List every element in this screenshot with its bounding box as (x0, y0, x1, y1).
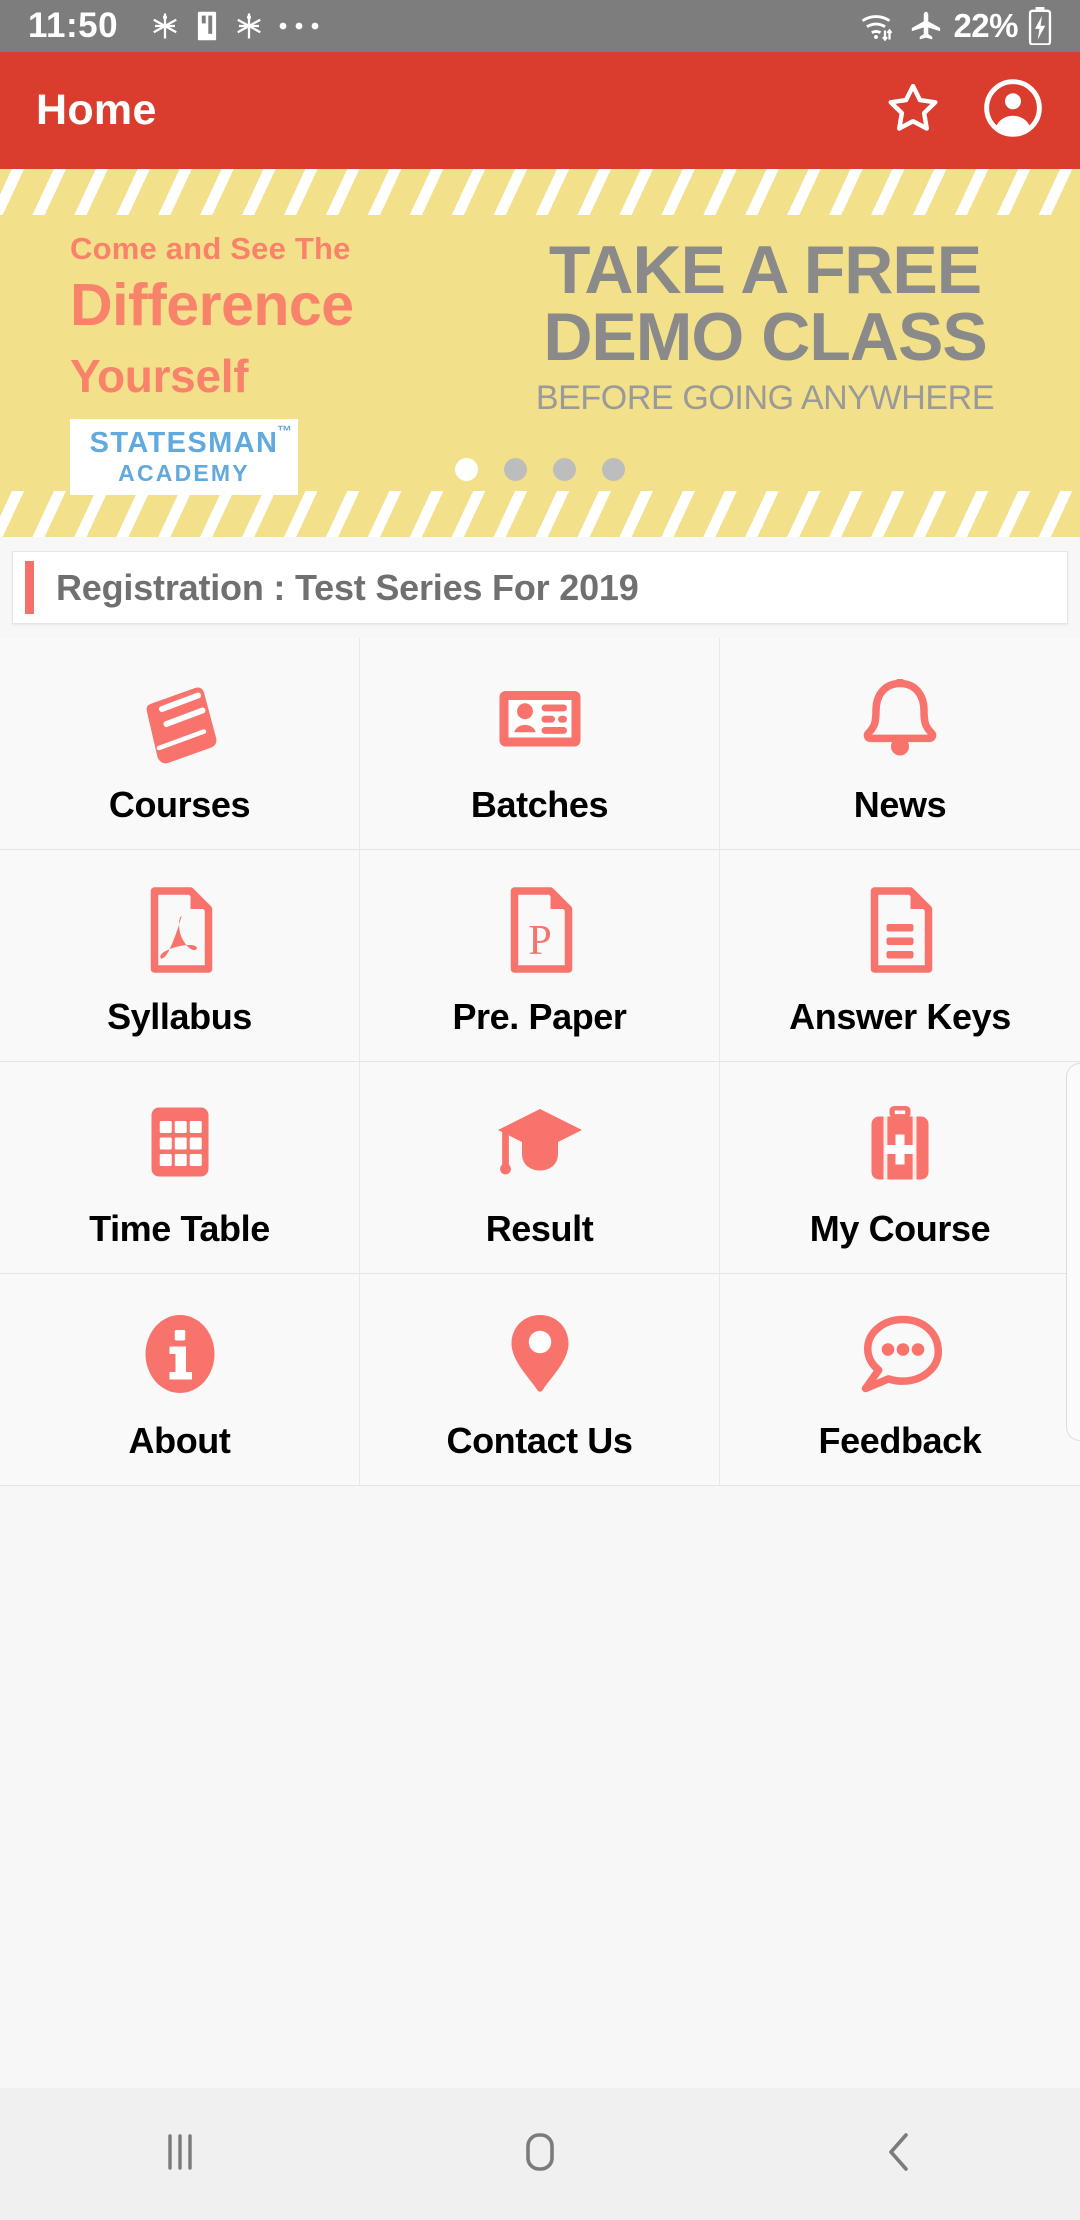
notification-card-icon (194, 10, 220, 42)
menu-item-batches[interactable]: Batches (360, 638, 720, 850)
statesman-academy-logo: STATESMAN ACADEMY ™ (70, 418, 298, 495)
more-dots-icon (278, 20, 320, 32)
account-circle-icon (982, 77, 1044, 144)
menu-label: Contact Us (446, 1419, 633, 1461)
document-lines-icon (852, 880, 948, 980)
menu-label: Result (485, 1207, 594, 1249)
registration-text: Registration : Test Series For 2019 (56, 566, 639, 608)
profile-button[interactable] (982, 77, 1044, 144)
promo-eyebrow: Come and See The (70, 231, 351, 266)
map-pin-icon (492, 1304, 588, 1404)
menu-label: About (128, 1419, 231, 1461)
menu-label: Batches (470, 783, 609, 825)
airplane-mode-icon (909, 9, 943, 43)
menu-label: My Course (809, 1207, 991, 1249)
menu-item-about[interactable]: About (0, 1274, 360, 1486)
menu-item-feedback[interactable]: Feedback (720, 1274, 1080, 1486)
promo-slide: Come and See The Difference Yourself STA… (0, 215, 1080, 495)
menu-label: Feedback (818, 1419, 982, 1461)
battery-percent-label: 22% (953, 7, 1018, 44)
home-square-icon (514, 2126, 566, 2183)
menu-item-syllabus[interactable]: Syllabus (0, 850, 360, 1062)
menu-item-news[interactable]: News (720, 638, 1080, 850)
registration-banner[interactable]: Registration : Test Series For 2019 (12, 551, 1068, 624)
carousel-dot-1[interactable] (455, 458, 478, 481)
menu-label: Time Table (89, 1207, 270, 1249)
promo-headline-line-2: DEMO CLASS (543, 298, 987, 375)
home-button[interactable] (360, 2126, 720, 2183)
menu-label: Courses (108, 783, 251, 825)
registration-banner-wrap: Registration : Test Series For 2019 (0, 537, 1080, 624)
star-outline-icon (884, 80, 942, 141)
vertical-scrollbar[interactable] (1066, 1063, 1080, 1441)
menu-item-my-course[interactable]: My Course (720, 1062, 1080, 1274)
carousel-dot-2[interactable] (504, 458, 527, 481)
promo-left-block: Come and See The Difference Yourself STA… (70, 231, 430, 495)
bell-icon (852, 668, 948, 768)
back-chevron-icon (874, 2126, 926, 2183)
briefcase-plus-icon (852, 1092, 948, 1192)
favorite-button[interactable] (882, 80, 944, 142)
registration-accent-bar (25, 561, 34, 614)
menu-item-contact-us[interactable]: Contact Us (360, 1274, 720, 1486)
status-bar-clock: 11:50 (28, 6, 119, 45)
menu-item-time-table[interactable]: Time Table (0, 1062, 360, 1274)
logo-line-1: STATESMAN (89, 426, 279, 459)
pdf-file-icon (132, 880, 228, 980)
carousel-dot-3[interactable] (553, 458, 576, 481)
wifi-icon (859, 8, 899, 44)
status-bar-right: 22% (859, 7, 1052, 45)
promo-word-yourself: Yourself (70, 349, 249, 402)
carousel-dot-4[interactable] (602, 458, 625, 481)
menu-label: Pre. Paper (452, 995, 627, 1037)
stripe-decoration-bottom (0, 491, 1080, 537)
menu-label: News (853, 783, 947, 825)
app-screen: 11:50 22% Home Come and See The Differen… (0, 0, 1080, 2220)
table-grid-icon (132, 1092, 228, 1192)
menu-item-pre-paper[interactable]: P Pre. Paper (360, 850, 720, 1062)
trademark-symbol: ™ (277, 422, 292, 440)
menu-label: Syllabus (107, 995, 252, 1037)
stripe-decoration-top (0, 169, 1080, 215)
carousel-dots (0, 458, 1080, 481)
app-bar-actions (882, 77, 1044, 144)
page-title: Home (36, 86, 157, 134)
menu-item-courses[interactable]: Courses (0, 638, 360, 850)
system-navigation-bar (0, 2088, 1080, 2220)
recents-button[interactable] (0, 2126, 360, 2183)
back-button[interactable] (720, 2126, 1080, 2183)
graduation-cap-icon (492, 1092, 588, 1192)
id-card-icon (492, 668, 588, 768)
chat-bubble-icon (852, 1304, 948, 1404)
menu-grid: Courses Batches News Syllabus P Pre. Pap… (0, 638, 1080, 1486)
promo-headline-line-1: TAKE A FREE (548, 232, 982, 308)
svg-text:P: P (528, 918, 551, 964)
notification-snowflake-icon (234, 9, 264, 43)
app-bar: Home (0, 52, 1080, 169)
promo-subheadline: BEFORE GOING ANYWHERE (535, 379, 995, 418)
recents-icon (154, 2126, 206, 2183)
paper-file-icon: P (492, 880, 588, 980)
menu-item-answer-keys[interactable]: Answer Keys (720, 850, 1080, 1062)
promo-right-block: TAKE A FREE DEMO CLASS BEFORE GOING ANYW… (500, 232, 1030, 418)
status-bar-left: 11:50 (28, 6, 859, 46)
menu-label: Answer Keys (789, 995, 1011, 1037)
promo-carousel[interactable]: Come and See The Difference Yourself STA… (0, 169, 1080, 537)
promo-word-difference: Difference (70, 272, 354, 338)
status-bar: 11:50 22% (0, 0, 1080, 52)
book-icon (132, 668, 228, 768)
notification-snowflake-icon (150, 9, 180, 43)
battery-charging-icon (1028, 7, 1052, 45)
info-circle-icon (132, 1304, 228, 1404)
menu-item-result[interactable]: Result (360, 1062, 720, 1274)
